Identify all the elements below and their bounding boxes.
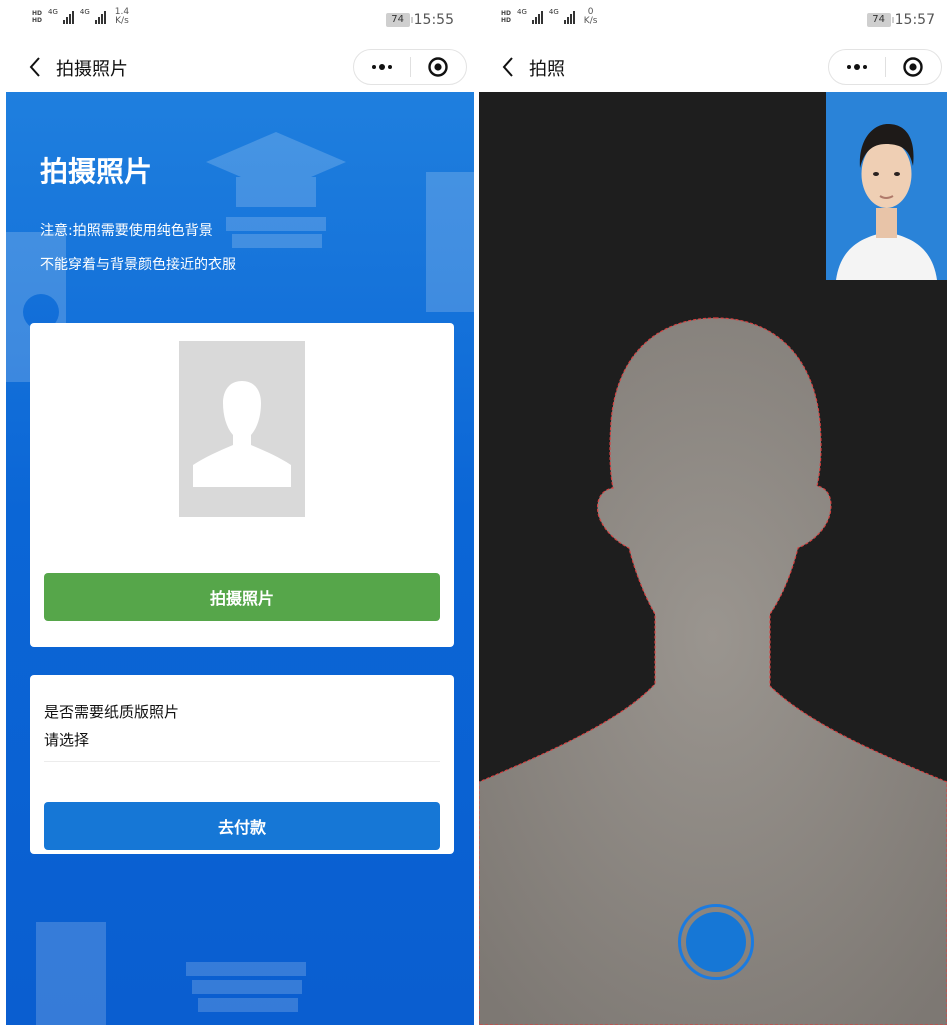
- chevron-left-icon: [502, 57, 513, 77]
- network-label: 4G: [79, 8, 90, 16]
- sim-indicator: HD HD: [501, 10, 512, 24]
- decorative-illustration: [426, 172, 474, 312]
- signal-indicators: HD HD 4G 4G 1.4 K/s: [32, 8, 129, 26]
- sample-portrait-icon: [826, 92, 947, 280]
- signal-icon: [94, 10, 106, 24]
- sample-photo: [826, 92, 947, 280]
- network-label: 4G: [517, 8, 527, 16]
- back-button[interactable]: [24, 52, 48, 82]
- network-label: 4G: [48, 8, 58, 16]
- signal-icon: [62, 10, 74, 24]
- more-dot: [863, 65, 867, 69]
- signal-icon: [531, 10, 543, 24]
- page-title: 拍摄照片: [56, 59, 128, 80]
- shutter-button[interactable]: [678, 904, 754, 980]
- photo-content-area: 拍摄照片 注意:拍照需要使用纯色背景 不能穿着与背景颜色接近的衣服 拍摄照片 是…: [6, 92, 474, 1025]
- photo-placeholder[interactable]: [179, 341, 305, 517]
- notice-line: 不能穿着与背景颜色接近的衣服: [40, 257, 236, 273]
- close-miniapp-button[interactable]: [411, 50, 466, 84]
- target-circle-icon: [903, 57, 924, 77]
- pay-button[interactable]: 去付款: [44, 802, 440, 850]
- photo-page-screen: HD HD 4G 4G 1.4 K/s 74 15:55 拍摄照片 拍摄照片 注…: [0, 0, 474, 1025]
- miniapp-capsule: [353, 49, 467, 85]
- paper-photo-question: 是否需要纸质版照片: [44, 703, 180, 721]
- more-button[interactable]: [354, 50, 410, 84]
- status-bar: HD HD 4G 4G 1.4 K/s 74 15:55: [0, 0, 474, 38]
- paper-photo-card: 是否需要纸质版照片 请选择 去付款: [30, 675, 454, 854]
- nav-bar: 拍摄照片: [0, 44, 474, 90]
- decorative-illustration: [36, 922, 106, 1025]
- heading: 拍摄照片: [40, 155, 153, 188]
- signal-icon: [563, 10, 575, 24]
- paper-photo-select[interactable]: 请选择: [44, 729, 89, 750]
- battery-icon: 74: [385, 13, 413, 27]
- more-button[interactable]: [829, 50, 885, 84]
- decorative-illustration: [206, 132, 346, 248]
- more-dots-icon: [372, 65, 376, 69]
- camera-screen: HD HD 4G 4G 0 K/s 74 15:57 拍照: [479, 0, 947, 1025]
- network-speed: 0 K/s: [583, 7, 598, 26]
- chevron-left-icon: [29, 57, 40, 77]
- decorative-illustration: [186, 962, 306, 1012]
- status-right: 74 15:55: [385, 12, 454, 28]
- back-button[interactable]: [497, 52, 521, 82]
- miniapp-capsule: [828, 49, 942, 85]
- more-dot: [854, 64, 860, 70]
- more-dot: [379, 64, 385, 70]
- status-right: 74 15:57: [866, 12, 935, 28]
- camera-viewfinder: [479, 92, 947, 1025]
- clock: 15:57: [894, 12, 935, 28]
- battery-icon: 74: [866, 13, 894, 27]
- photo-card: 拍摄照片: [30, 323, 454, 647]
- network-label: 4G: [548, 8, 559, 16]
- shutter-button-icon: [686, 912, 746, 972]
- nav-bar: 拍照: [479, 44, 947, 90]
- more-dot: [388, 65, 392, 69]
- notice-line: 注意:拍照需要使用纯色背景: [40, 223, 213, 239]
- signal-indicators: HD HD 4G 4G 0 K/s: [501, 8, 597, 26]
- target-circle-icon: [428, 57, 449, 77]
- divider: [44, 761, 440, 762]
- close-miniapp-button[interactable]: [886, 50, 941, 84]
- take-photo-button[interactable]: 拍摄照片: [44, 573, 440, 621]
- page-title: 拍照: [529, 59, 565, 80]
- clock: 15:55: [413, 12, 454, 28]
- more-dots-icon: [847, 65, 851, 69]
- sim-indicator: HD HD: [32, 10, 43, 24]
- person-silhouette-icon: [193, 381, 291, 487]
- status-bar: HD HD 4G 4G 0 K/s 74 15:57: [479, 0, 947, 38]
- network-speed: 1.4 K/s: [114, 7, 130, 26]
